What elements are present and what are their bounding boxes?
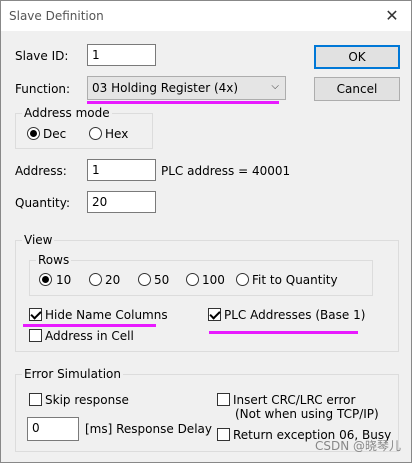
rows-50-label: 50	[154, 273, 170, 287]
address-in-cell-label: Address in Cell	[45, 329, 134, 343]
rows-50-radio[interactable]	[138, 273, 151, 286]
hide-name-columns-label: Hide Name Columns	[45, 308, 168, 322]
view-legend: View	[22, 233, 55, 247]
title-bar: Slave Definition ✕	[1, 1, 411, 31]
cancel-button[interactable]: Cancel	[314, 77, 400, 101]
rows-20-radio[interactable]	[89, 273, 102, 286]
rows-100-label: 100	[202, 273, 225, 287]
response-delay-label: [ms] Response Delay	[85, 422, 212, 436]
address-mode-dec-radio[interactable]	[27, 127, 40, 140]
address-mode-legend: Address mode	[22, 106, 112, 120]
slave-id-label: Slave ID:	[15, 49, 69, 63]
skip-response-label: Skip response	[45, 393, 129, 407]
function-selected-value: 03 Holding Register (4x)	[92, 81, 239, 95]
response-delay-input[interactable]: 0	[27, 417, 79, 441]
address-mode-dec-label: Dec	[43, 127, 67, 141]
quantity-label: Quantity:	[15, 196, 71, 210]
error-simulation-legend: Error Simulation	[22, 367, 123, 381]
hide-name-columns-highlight	[23, 324, 156, 327]
plc-address-text: PLC address = 40001	[161, 164, 291, 178]
rows-10-radio[interactable]	[39, 273, 52, 286]
rows-legend: Rows	[36, 253, 72, 267]
address-mode-hex-radio[interactable]	[89, 127, 102, 140]
rows-10-label: 10	[56, 273, 72, 287]
function-highlight	[87, 101, 279, 104]
watermark: CSDN @晓琴儿	[314, 439, 401, 453]
plc-addresses-label: PLC Addresses (Base 1)	[224, 308, 366, 322]
skip-response-checkbox[interactable]	[29, 393, 42, 406]
address-input[interactable]: 1	[87, 159, 156, 181]
slave-definition-dialog: Slave Definition ✕ Slave ID: 1 Function:…	[0, 0, 412, 463]
plc-addresses-highlight	[209, 331, 358, 334]
rows-fit-radio[interactable]	[236, 273, 249, 286]
address-mode-hex-label: Hex	[105, 127, 129, 141]
slave-id-input[interactable]: 1	[87, 44, 156, 66]
insert-crc-checkbox[interactable]	[217, 393, 230, 406]
ok-button[interactable]: OK	[314, 45, 400, 69]
address-in-cell-checkbox[interactable]	[29, 329, 42, 342]
return-exception-checkbox[interactable]	[217, 428, 230, 441]
insert-crc-note: (Not when using TCP/IP)	[235, 407, 379, 421]
function-label: Function:	[15, 82, 71, 96]
insert-crc-label: Insert CRC/LRC error	[233, 393, 356, 407]
function-select[interactable]: 03 Holding Register (4x) ⌵	[87, 76, 286, 100]
rows-20-label: 20	[105, 273, 121, 287]
plc-addresses-checkbox[interactable]	[208, 308, 221, 321]
chevron-down-icon: ⌵	[271, 81, 279, 92]
close-icon[interactable]: ✕	[381, 5, 403, 27]
window-title: Slave Definition	[9, 9, 104, 23]
rows-fit-label: Fit to Quantity	[252, 273, 338, 287]
hide-name-columns-checkbox[interactable]	[29, 308, 42, 321]
address-label: Address:	[15, 164, 67, 178]
quantity-input[interactable]: 20	[87, 191, 156, 213]
rows-100-radio[interactable]	[186, 273, 199, 286]
